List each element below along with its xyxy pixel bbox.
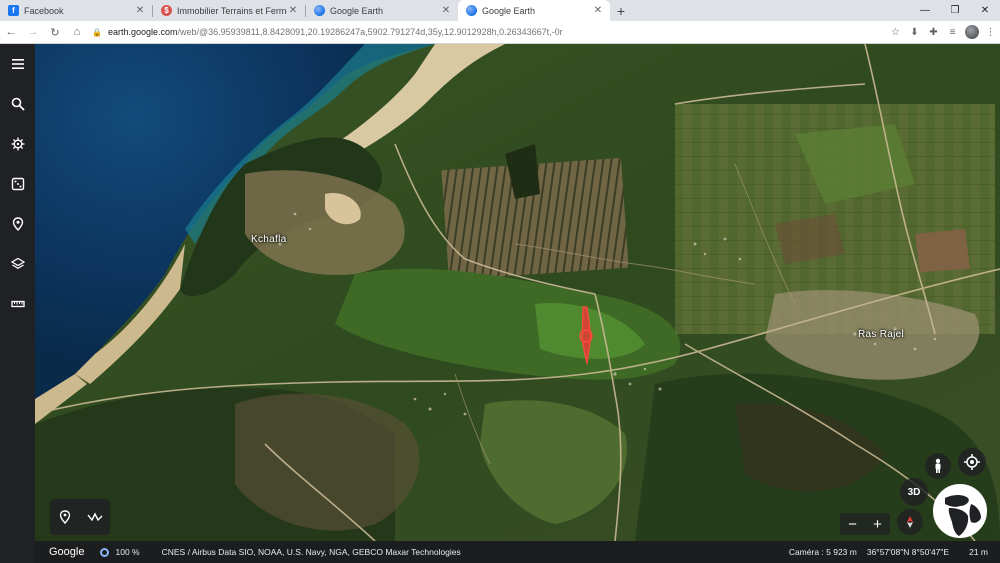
layers-icon: [10, 257, 25, 270]
ruler-icon: [10, 300, 25, 308]
facebook-icon: f: [8, 5, 19, 16]
bookmark-star-icon[interactable]: ☆: [886, 21, 905, 44]
measure-button[interactable]: [0, 289, 35, 319]
browser-menu-icon[interactable]: ⋮: [981, 21, 1000, 44]
globe-navigator[interactable]: [933, 484, 987, 538]
street-view-button[interactable]: [925, 453, 951, 479]
google-earth-app: Kchafla Ras Rajel 3D − + Google 100 % CN…: [0, 44, 1000, 563]
left-nav-rail: [0, 44, 35, 563]
cursor-coordinates: 36°57'08"N 8°50'47"E: [866, 547, 950, 557]
tab-title: Facebook: [24, 5, 64, 16]
extension-list-icon[interactable]: ≡: [943, 21, 962, 44]
tab-title: Immobilier Terrains et Fermes - T: [177, 5, 287, 16]
menu-button[interactable]: [0, 49, 35, 79]
extensions-puzzle-icon[interactable]: ✚: [924, 21, 943, 44]
new-tab-button[interactable]: +: [610, 0, 632, 21]
compass-button[interactable]: [897, 509, 923, 535]
close-tab-icon[interactable]: ✕: [440, 5, 452, 16]
map-style-button[interactable]: [0, 249, 35, 279]
search-icon: [11, 97, 25, 111]
zoom-level: 100 %: [115, 547, 140, 557]
voyager-button[interactable]: [0, 129, 35, 159]
status-bar: Google 100 % CNES / Airbus Data SIO, NOA…: [35, 541, 1000, 563]
google-earth-icon: [314, 5, 325, 16]
minimize-icon[interactable]: —: [910, 0, 940, 21]
compass-needle-icon: [907, 516, 913, 528]
browser-toolbar: ← → ↻ ⌂ 🔒 earth.google.com/web/@36.95939…: [0, 21, 1000, 44]
draw-path-button[interactable]: [84, 506, 106, 528]
place-label-ras-rajel[interactable]: Ras Rajel: [858, 329, 904, 340]
tab-immobilier[interactable]: $ Immobilier Terrains et Fermes - T ✕: [153, 0, 305, 21]
crosshair-icon: [964, 454, 980, 470]
close-tab-icon[interactable]: ✕: [287, 5, 299, 16]
tab-google-earth-active[interactable]: Google Earth ✕: [458, 0, 610, 21]
download-extension-icon[interactable]: ⬇: [905, 21, 924, 44]
camera-altitude: Caméra : 5 923 m: [788, 547, 857, 557]
ship-wheel-icon: [11, 137, 24, 151]
placemark-icon: [59, 510, 71, 524]
forward-icon[interactable]: →: [22, 21, 44, 44]
satellite-imagery: [35, 44, 1000, 541]
back-icon[interactable]: ←: [0, 21, 22, 44]
google-logo: Google: [49, 546, 85, 558]
pegman-icon: [935, 458, 941, 473]
pin-icon: [12, 217, 23, 231]
loading-ring-icon: [100, 547, 110, 557]
window-controls: — ❐ ✕: [910, 0, 1000, 21]
close-tab-icon[interactable]: ✕: [592, 5, 604, 16]
url-host: earth.google.com: [107, 27, 178, 37]
close-window-icon[interactable]: ✕: [970, 0, 1000, 21]
projects-button[interactable]: [0, 209, 35, 239]
search-button[interactable]: [0, 89, 35, 119]
tab-title: Google Earth: [482, 5, 536, 16]
add-placemark-button[interactable]: [54, 506, 76, 528]
path-icon: [87, 512, 103, 522]
lock-icon[interactable]: 🔒: [92, 28, 102, 37]
browser-tab-strip: f Facebook ✕ $ Immobilier Terrains et Fe…: [0, 0, 1000, 21]
my-location-button[interactable]: [958, 448, 986, 476]
restore-icon[interactable]: ❐: [940, 0, 970, 21]
avatar: [964, 25, 979, 39]
reload-icon[interactable]: ↻: [44, 21, 66, 44]
tab-facebook[interactable]: f Facebook ✕: [0, 0, 152, 21]
immobilier-icon: $: [161, 5, 172, 16]
feeling-lucky-button[interactable]: [0, 169, 35, 199]
toggle-3d-button[interactable]: 3D: [900, 478, 928, 506]
close-tab-icon[interactable]: ✕: [134, 5, 146, 16]
place-label-kchafla[interactable]: Kchafla: [251, 234, 286, 245]
drawing-toolbar: [50, 499, 110, 535]
zoom-in-button[interactable]: +: [873, 516, 882, 533]
address-bar[interactable]: 🔒 earth.google.com/web/@36.95939811,8.84…: [88, 21, 886, 44]
tab-google-earth[interactable]: Google Earth ✕: [306, 0, 458, 21]
home-icon[interactable]: ⌂: [66, 21, 88, 44]
tab-title: Google Earth: [330, 5, 384, 16]
scale-readout[interactable]: 21 m: [969, 547, 988, 557]
dice-icon: [11, 177, 24, 191]
url-path: /web/@36.95939811,8.8428091,20.19286247a…: [177, 27, 563, 37]
zoom-out-button[interactable]: −: [848, 516, 857, 533]
zoom-controls: − +: [840, 513, 890, 535]
satellite-map-view[interactable]: Kchafla Ras Rajel: [35, 44, 1000, 541]
profile-avatar-button[interactable]: [962, 21, 981, 44]
imagery-credits[interactable]: CNES / Airbus Data SIO, NOAA, U.S. Navy,…: [162, 547, 789, 557]
hamburger-icon: [11, 59, 24, 69]
google-earth-icon: [466, 5, 477, 16]
